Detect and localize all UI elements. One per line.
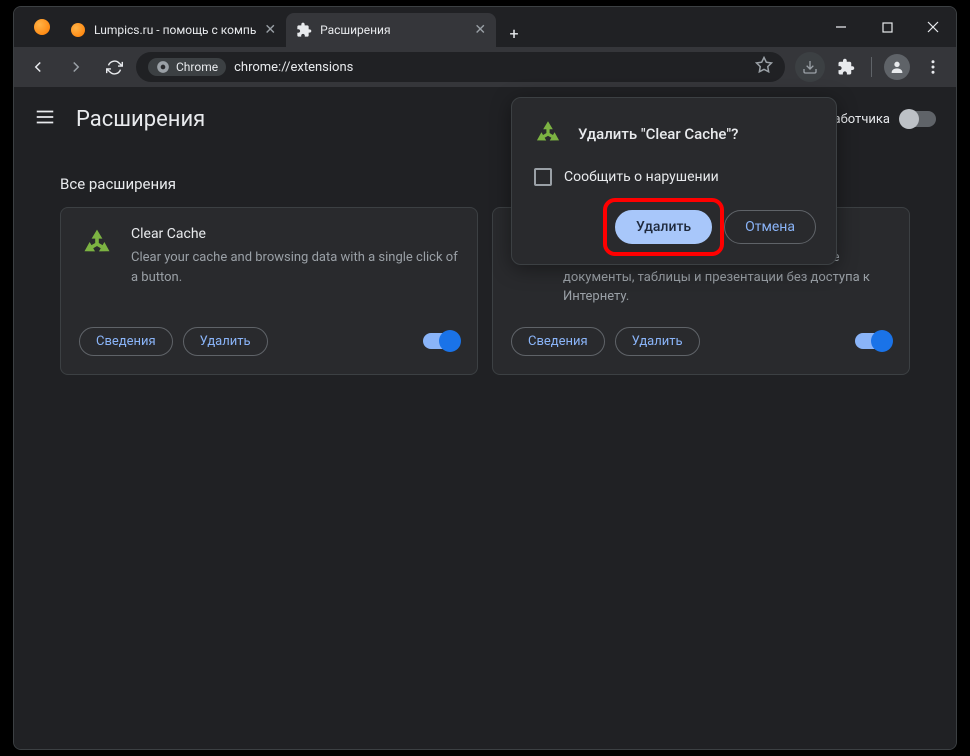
- reload-button[interactable]: [98, 51, 130, 83]
- chrome-chip: Chrome: [148, 58, 226, 76]
- lumpics-favicon: [34, 19, 50, 35]
- back-button[interactable]: [22, 51, 54, 83]
- puzzle-icon: [296, 22, 312, 38]
- tab-search-button[interactable]: [24, 7, 60, 47]
- tab-title: Расширения: [320, 23, 466, 37]
- remove-button[interactable]: Удалить: [615, 327, 700, 356]
- report-abuse-checkbox[interactable]: [534, 168, 552, 186]
- tab-title: Lumpics.ru - помощь с компь: [94, 23, 256, 37]
- titlebar: Lumpics.ru - помощь с компь ✕ Расширения…: [14, 7, 956, 47]
- url-text: chrome://extensions: [234, 60, 353, 75]
- hamburger-icon[interactable]: [34, 106, 56, 132]
- confirm-remove-button[interactable]: Удалить: [615, 210, 712, 244]
- remove-extension-dialog: Удалить "Clear Cache"? Сообщить о наруше…: [511, 97, 837, 265]
- browser-window: Lumpics.ru - помощь с компь ✕ Расширения…: [13, 6, 957, 750]
- close-window-button[interactable]: [910, 7, 956, 47]
- window-controls: [818, 7, 956, 47]
- recycle-icon: [532, 118, 564, 150]
- downloads-icon[interactable]: [795, 52, 825, 82]
- minimize-button[interactable]: [818, 7, 864, 47]
- report-abuse-label: Сообщить о нарушении: [564, 169, 719, 185]
- profile-button[interactable]: [882, 52, 912, 82]
- extension-name: Clear Cache: [131, 226, 459, 242]
- enable-toggle[interactable]: [855, 333, 891, 349]
- enable-toggle[interactable]: [423, 333, 459, 349]
- close-icon[interactable]: ✕: [474, 22, 486, 38]
- menu-button[interactable]: [918, 52, 948, 82]
- recycle-icon: [79, 226, 115, 262]
- details-button[interactable]: Сведения: [511, 327, 605, 356]
- bookmark-star-icon[interactable]: [755, 56, 773, 78]
- dev-mode-toggle[interactable]: [900, 111, 936, 127]
- extensions-icon[interactable]: [831, 52, 861, 82]
- forward-button[interactable]: [60, 51, 92, 83]
- tab-lumpics[interactable]: Lumpics.ru - помощь с компь ✕: [60, 13, 286, 47]
- extension-description: Clear your cache and browsing data with …: [131, 248, 459, 287]
- avatar: [884, 54, 910, 80]
- toolbar-right: [791, 52, 948, 82]
- dialog-title: Удалить "Clear Cache"?: [578, 125, 738, 143]
- toolbar: Chrome chrome://extensions: [14, 47, 956, 87]
- remove-button[interactable]: Удалить: [183, 327, 268, 356]
- address-bar[interactable]: Chrome chrome://extensions: [136, 52, 785, 82]
- maximize-button[interactable]: [864, 7, 910, 47]
- divider: [871, 57, 872, 77]
- details-button[interactable]: Сведения: [79, 327, 173, 356]
- chip-label: Chrome: [176, 60, 218, 74]
- lumpics-tab-favicon: [70, 22, 86, 38]
- tab-extensions[interactable]: Расширения ✕: [286, 13, 496, 47]
- page-title: Расширения: [76, 107, 205, 132]
- extension-card-clear-cache: Clear Cache Clear your cache and browsin…: [60, 207, 478, 375]
- close-icon[interactable]: ✕: [264, 22, 276, 38]
- cancel-button[interactable]: Отмена: [724, 210, 816, 244]
- new-tab-button[interactable]: +: [500, 19, 528, 47]
